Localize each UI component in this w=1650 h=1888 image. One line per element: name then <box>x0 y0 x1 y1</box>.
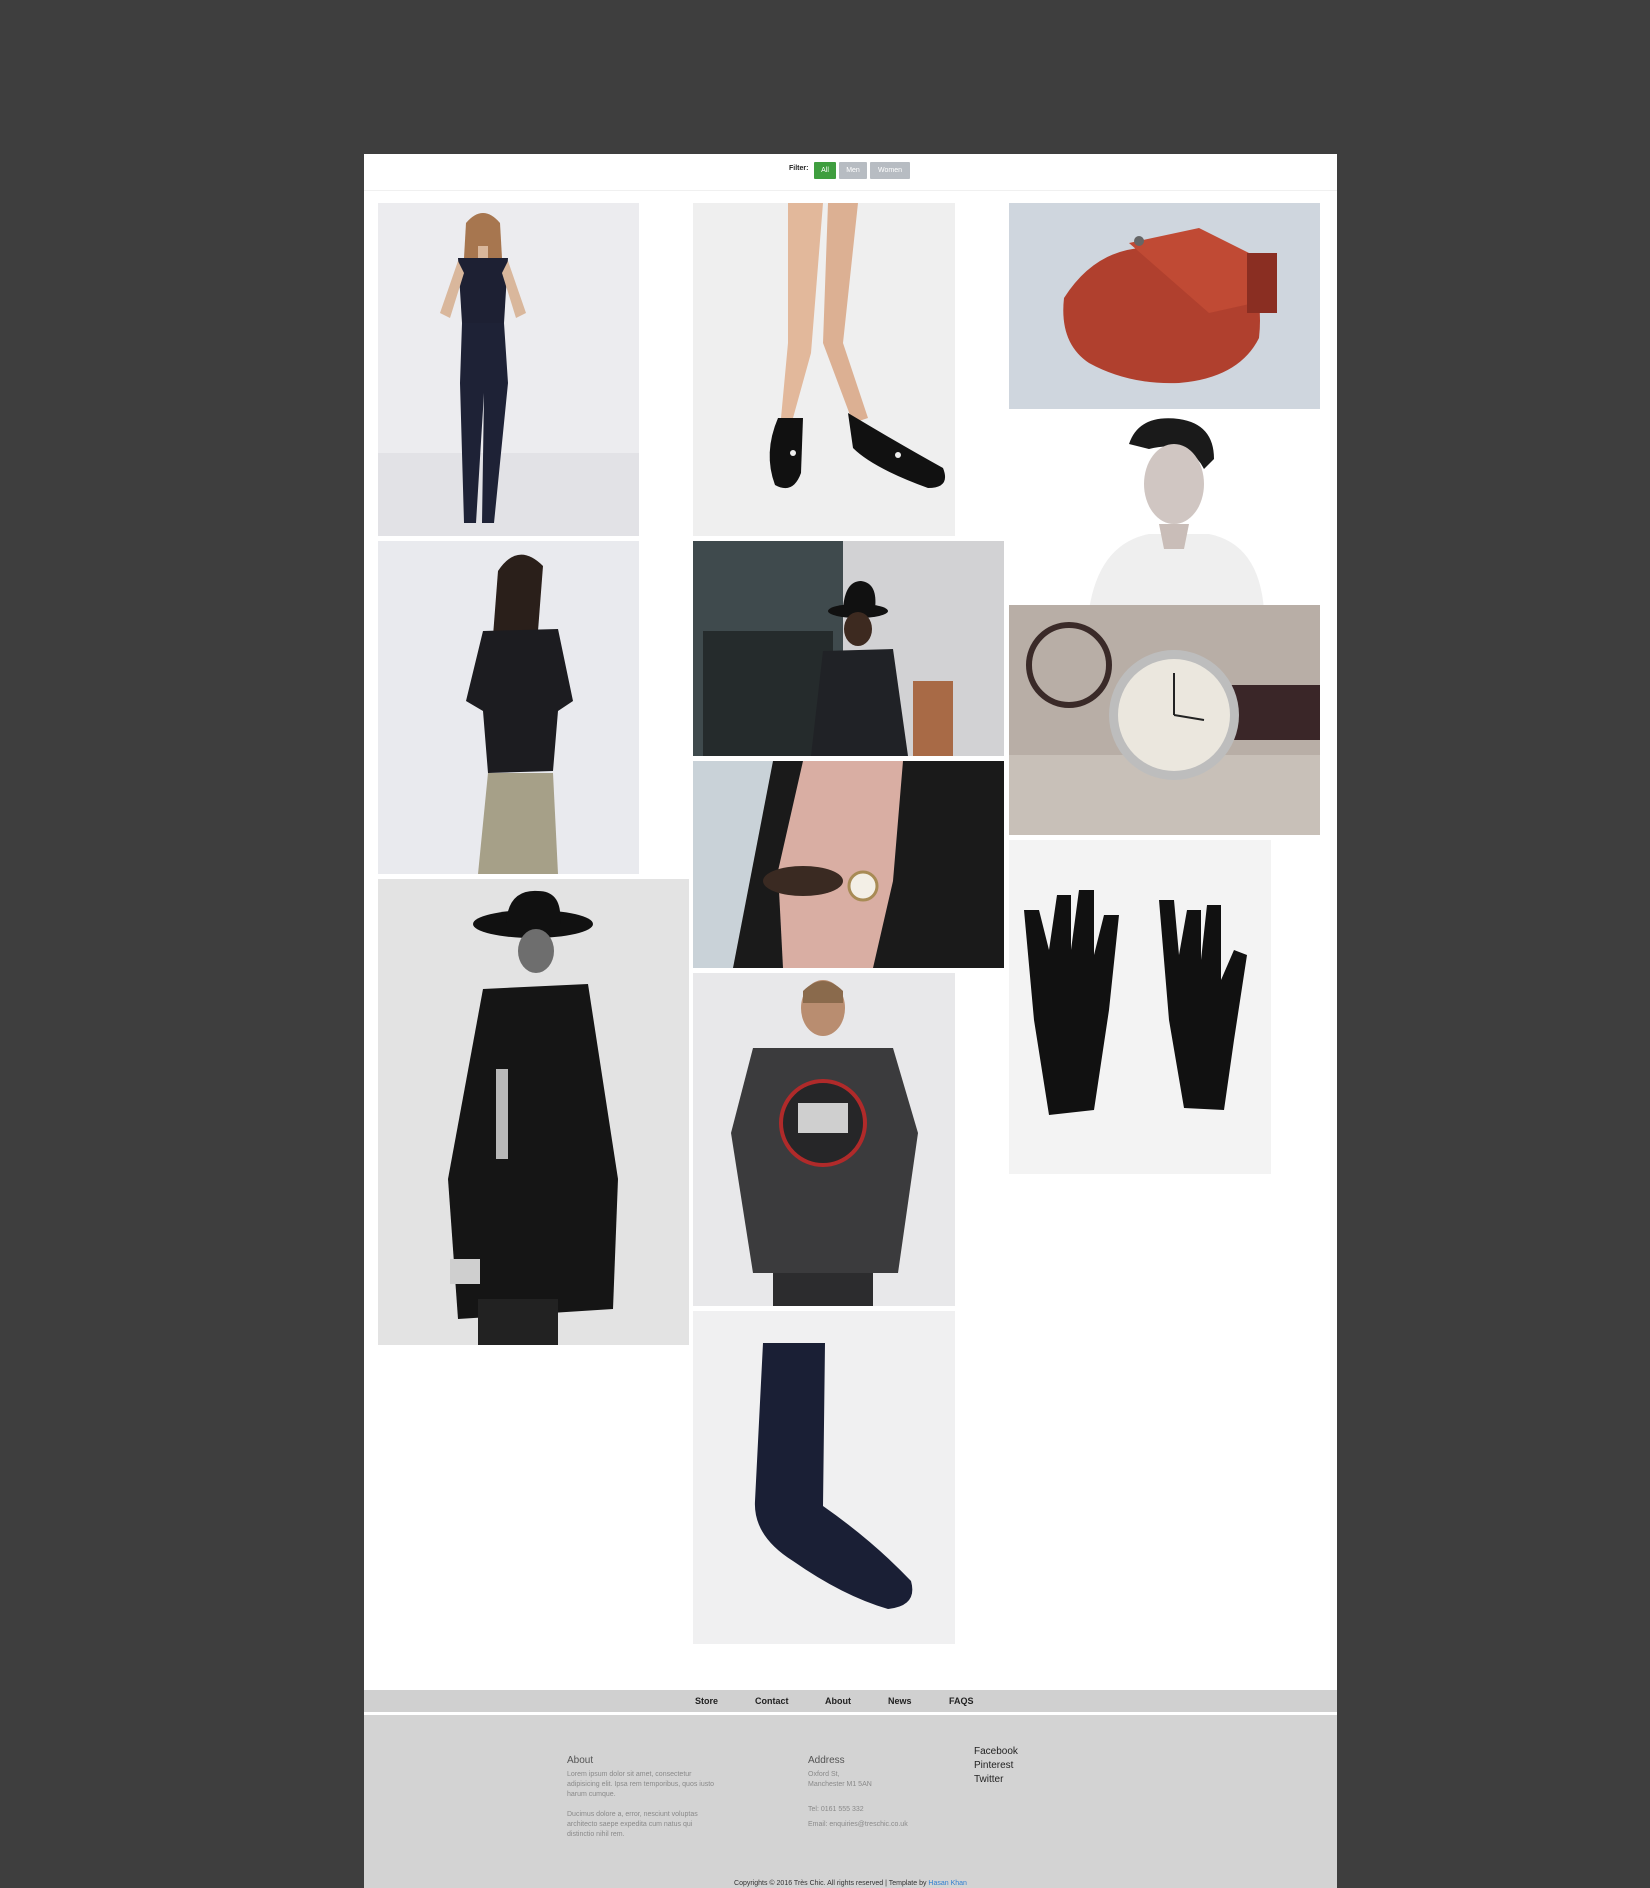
product-image-knit-gloves[interactable] <box>1009 840 1271 1174</box>
about-title: About <box>567 1755 594 1766</box>
filter-men-button[interactable]: Men <box>839 162 867 179</box>
product-image-long-coat[interactable] <box>378 879 689 1345</box>
about-line: architecto saepe expedita cum natus qui <box>567 1821 693 1828</box>
filter-bar: Filter: All Men Women <box>364 154 1337 191</box>
product-image-wristwatch[interactable] <box>1009 605 1320 835</box>
filter-all-button[interactable]: All <box>814 162 836 179</box>
template-author-link[interactable]: Hasan Khan <box>928 1880 967 1887</box>
product-image-flat-shoes[interactable] <box>693 203 955 536</box>
product-image-man-in-hat[interactable] <box>693 541 1004 756</box>
product-image-leather-jacket[interactable] <box>693 761 1004 968</box>
social-facebook-link[interactable]: Facebook <box>974 1746 1018 1757</box>
about-text: Lorem ipsum dolor sit amet, consectetur … <box>567 1770 714 1840</box>
footer-nav-about[interactable]: About <box>825 1696 851 1706</box>
about-line: harum cumque. <box>567 1791 616 1798</box>
about-line: distinctio nihil rem. <box>567 1831 625 1838</box>
about-line: Ducimus dolore a, error, nesciunt volupt… <box>567 1811 698 1818</box>
footer-nav-news[interactable]: News <box>888 1696 912 1706</box>
address-title: Address <box>808 1755 845 1766</box>
copyright: Copyrights © 2016 Très Chic. All rights … <box>364 1880 1337 1887</box>
footer-nav: Store Contact About News FAQS <box>364 1690 1337 1712</box>
product-image-sweatshirt[interactable] <box>693 973 955 1306</box>
product-image-red-gloves[interactable] <box>1009 203 1320 409</box>
footer-nav-faqs[interactable]: FAQS <box>949 1696 974 1706</box>
address-email[interactable]: Email: enquiries@treschic.co.uk <box>808 1820 908 1830</box>
product-image-satin-top[interactable] <box>378 541 639 874</box>
address-tel: Tel: 0161 555 332 <box>808 1806 864 1813</box>
social-pinterest-link[interactable]: Pinterest <box>974 1760 1013 1771</box>
page-content: Filter: All Men Women Store Contact Abou… <box>364 154 1337 1888</box>
product-image-man-portrait[interactable] <box>1009 414 1320 610</box>
product-image-sock[interactable] <box>693 1311 955 1644</box>
address-line: Oxford St, <box>808 1771 840 1778</box>
copyright-text: Copyrights © 2016 Très Chic. All rights … <box>734 1880 927 1887</box>
product-image-jumpsuit[interactable] <box>378 203 639 536</box>
filter-women-button[interactable]: Women <box>870 162 910 179</box>
filter-label: Filter: <box>789 165 809 172</box>
footer: About Lorem ipsum dolor sit amet, consec… <box>364 1715 1337 1888</box>
about-line: adipisicing elit. Ipsa rem temporibus, q… <box>567 1781 715 1788</box>
address-line: Manchester M1 5AN <box>808 1781 872 1788</box>
footer-nav-contact[interactable]: Contact <box>755 1696 789 1706</box>
social-twitter-link[interactable]: Twitter <box>974 1774 1003 1785</box>
footer-nav-store[interactable]: Store <box>695 1696 718 1706</box>
about-line: Lorem ipsum dolor sit amet, consectetur <box>567 1771 692 1778</box>
address-text: Oxford St, Manchester M1 5AN Tel: 0161 5… <box>808 1770 908 1830</box>
